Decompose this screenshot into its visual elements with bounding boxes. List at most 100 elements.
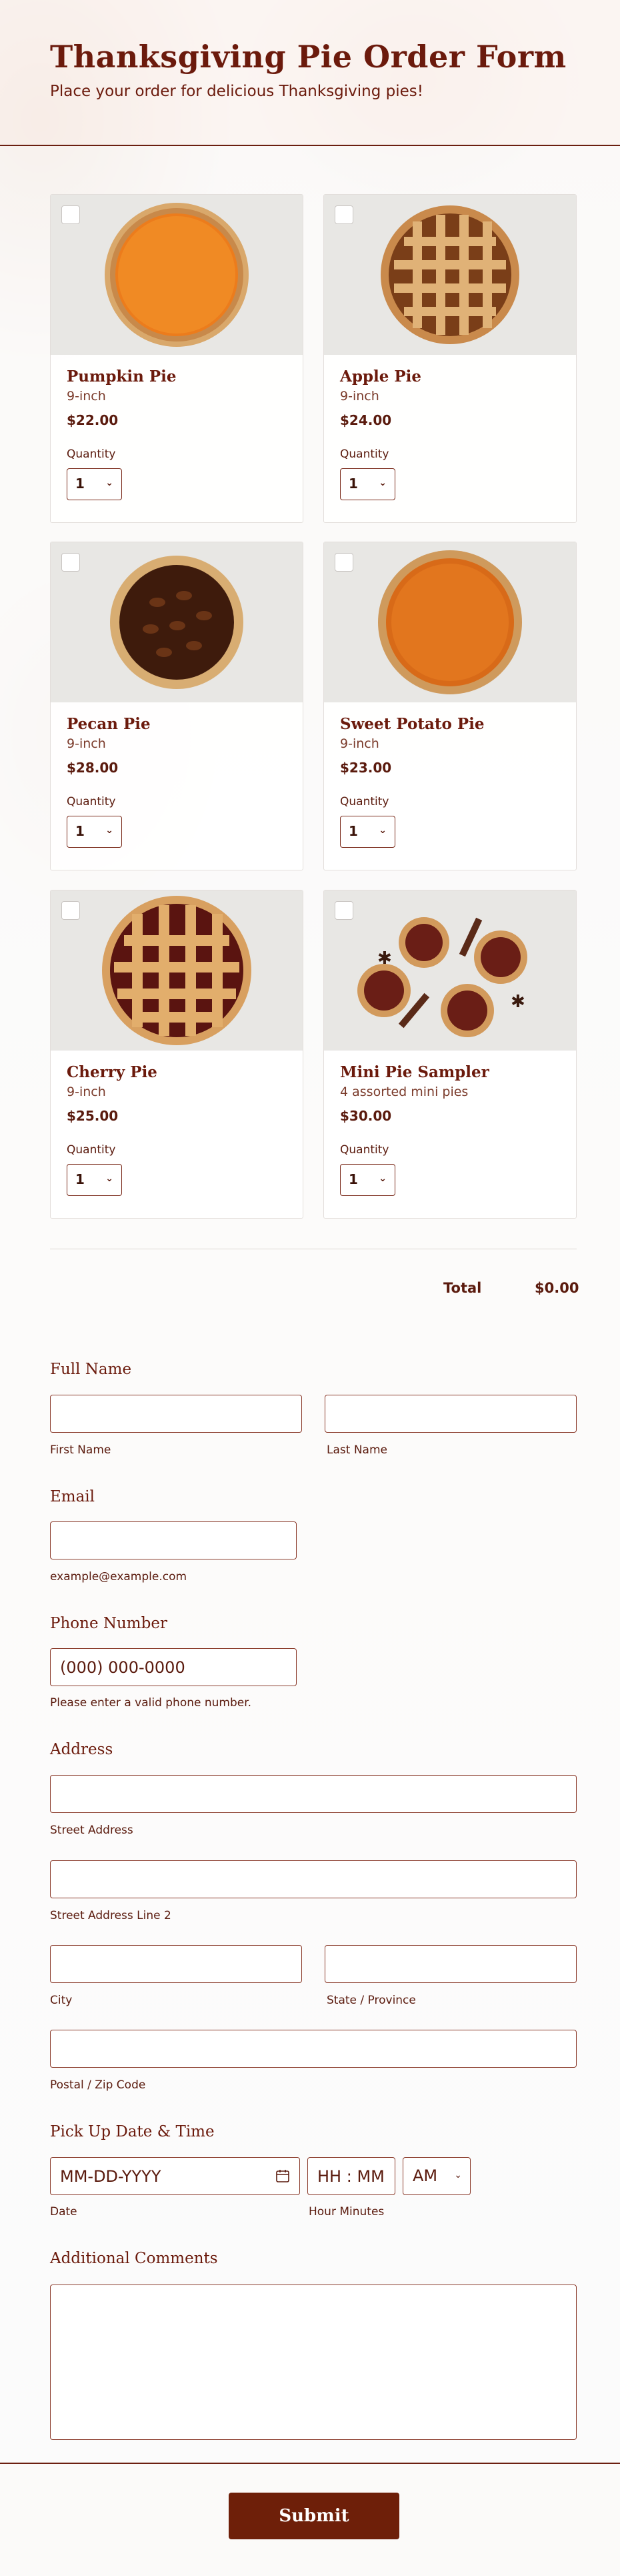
chevron-down-icon: ⌄	[379, 825, 387, 836]
phone-sublabel: Please enter a valid phone number.	[50, 1696, 252, 1710]
comments-textarea[interactable]	[50, 2285, 577, 2440]
mini-pies-icon: ✱ ✱	[357, 917, 527, 1037]
quantity-label: Quantity	[67, 795, 116, 808]
form-card: Thanksgiving Pie Order Form Place your o…	[0, 0, 620, 2576]
quantity-label: Quantity	[340, 1143, 389, 1157]
last-name-sublabel: Last Name	[327, 1443, 387, 1457]
total-value: $0.00	[535, 1280, 579, 1296]
select-checkbox[interactable]	[61, 205, 80, 224]
form-footer: Submit	[0, 2463, 620, 2576]
chevron-down-icon: ⌄	[379, 1173, 387, 1184]
quantity-select[interactable]: 1 ⌄	[67, 468, 122, 500]
pumpkin-pie-icon	[105, 203, 249, 347]
pecan-pie-icon	[110, 556, 243, 689]
select-checkbox[interactable]	[335, 901, 353, 920]
quantity-select[interactable]: 1 ⌄	[340, 816, 395, 848]
date-field[interactable]	[50, 2157, 300, 2195]
product-price: $23.00	[340, 760, 392, 776]
phone-label: Phone Number	[50, 1615, 167, 1632]
product-image: ✱ ✱	[324, 890, 576, 1051]
quantity-label: Quantity	[67, 1143, 116, 1157]
calendar-icon[interactable]	[275, 2168, 290, 2183]
product-card-pumpkin-pie[interactable]: Pumpkin Pie 9-inch $22.00 Quantity 1 ⌄	[50, 194, 303, 523]
quantity-value: 1	[75, 1171, 85, 1187]
last-name-field[interactable]	[325, 1395, 577, 1433]
pickup-label: Pick Up Date & Time	[50, 2123, 215, 2140]
product-name: Cherry Pie	[67, 1063, 157, 1081]
chevron-down-icon: ⌄	[379, 478, 387, 488]
quantity-select[interactable]: 1 ⌄	[67, 816, 122, 848]
zip-sublabel: Postal / Zip Code	[50, 2078, 146, 2092]
product-name: Pecan Pie	[67, 715, 151, 733]
chevron-down-icon: ⌄	[105, 825, 113, 836]
product-name: Sweet Potato Pie	[340, 715, 485, 733]
email-label: Email	[50, 1488, 95, 1505]
sweet-potato-pie-icon	[378, 550, 522, 694]
product-desc: 9-inch	[67, 736, 106, 751]
street-address-line2-field[interactable]	[50, 1860, 577, 1898]
svg-text:✱: ✱	[377, 948, 392, 969]
quantity-value: 1	[75, 823, 85, 839]
select-checkbox[interactable]	[61, 901, 80, 920]
ampm-value: AM	[413, 2166, 438, 2185]
apple-pie-icon	[381, 205, 519, 344]
quantity-label: Quantity	[340, 795, 389, 808]
product-desc: 9-inch	[340, 736, 379, 751]
product-desc: 9-inch	[340, 389, 379, 404]
product-name: Mini Pie Sampler	[340, 1063, 489, 1081]
chevron-down-icon: ⌄	[105, 1173, 113, 1184]
cherry-pie-icon	[102, 896, 251, 1045]
full-name-label: Full Name	[50, 1361, 132, 1378]
select-checkbox[interactable]	[335, 205, 353, 224]
select-checkbox[interactable]	[335, 553, 353, 572]
product-desc: 9-inch	[67, 1085, 106, 1099]
state-sublabel: State / Province	[327, 1994, 416, 2007]
date-sublabel: Date	[50, 2205, 77, 2218]
select-checkbox[interactable]	[61, 553, 80, 572]
quantity-value: 1	[349, 1171, 358, 1187]
city-field[interactable]	[50, 1945, 302, 1983]
chevron-down-icon: ⌄	[454, 2170, 462, 2180]
product-name: Apple Pie	[340, 368, 422, 386]
comments-label: Additional Comments	[50, 2250, 218, 2267]
product-card-sweet-potato-pie[interactable]: Sweet Potato Pie 9-inch $23.00 Quantity …	[323, 542, 577, 870]
total-label: Total	[443, 1280, 482, 1296]
product-image	[51, 890, 303, 1051]
svg-text:✱: ✱	[511, 992, 525, 1012]
quantity-value: 1	[349, 476, 358, 492]
submit-button[interactable]: Submit	[229, 2493, 399, 2539]
first-name-sublabel: First Name	[50, 1443, 111, 1457]
product-desc: 9-inch	[67, 389, 106, 404]
time-sublabel: Hour Minutes	[309, 2205, 385, 2218]
street-address-field[interactable]	[50, 1775, 577, 1813]
product-price: $24.00	[340, 412, 392, 428]
street-address-sublabel: Street Address	[50, 1824, 133, 1837]
product-image	[51, 542, 303, 702]
address-label: Address	[50, 1741, 113, 1758]
ampm-select[interactable]: AM ⌄	[403, 2157, 471, 2195]
quantity-value: 1	[349, 823, 358, 839]
quantity-select[interactable]: 1 ⌄	[340, 1164, 395, 1196]
phone-field[interactable]	[50, 1648, 297, 1686]
product-card-mini-pie-sampler[interactable]: ✱ ✱ Mini Pie Sampler 4 assorted mini pie…	[323, 890, 577, 1219]
product-price: $30.00	[340, 1108, 392, 1124]
quantity-label: Quantity	[340, 448, 389, 461]
product-card-cherry-pie[interactable]: Cherry Pie 9-inch $25.00 Quantity 1 ⌄	[50, 890, 303, 1219]
time-field[interactable]	[307, 2157, 395, 2195]
product-image	[324, 195, 576, 355]
zip-field[interactable]	[50, 2030, 577, 2068]
form-title: Thanksgiving Pie Order Form	[50, 39, 567, 75]
product-image	[324, 542, 576, 702]
product-price: $22.00	[67, 412, 119, 428]
product-desc: 4 assorted mini pies	[340, 1085, 469, 1099]
city-sublabel: City	[50, 1994, 73, 2007]
form-subtitle: Place your order for delicious Thanksgiv…	[50, 83, 423, 100]
quantity-select[interactable]: 1 ⌄	[340, 468, 395, 500]
state-field[interactable]	[325, 1945, 577, 1983]
quantity-select[interactable]: 1 ⌄	[67, 1164, 122, 1196]
product-image	[51, 195, 303, 355]
first-name-field[interactable]	[50, 1395, 302, 1433]
email-field[interactable]	[50, 1521, 297, 1559]
product-card-apple-pie[interactable]: Apple Pie 9-inch $24.00 Quantity 1 ⌄	[323, 194, 577, 523]
product-card-pecan-pie[interactable]: Pecan Pie 9-inch $28.00 Quantity 1 ⌄	[50, 542, 303, 870]
